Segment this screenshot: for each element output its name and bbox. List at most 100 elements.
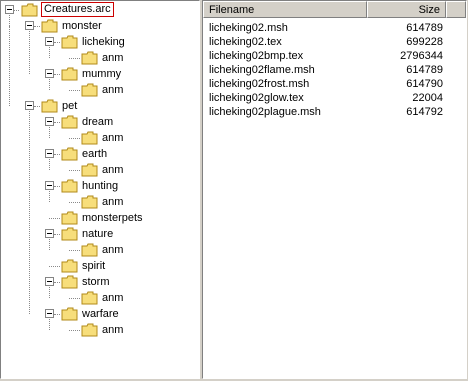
tree-node-anm[interactable]: anm bbox=[1, 290, 199, 306]
filename-column-header[interactable]: Filename bbox=[203, 1, 367, 18]
collapse-box-icon[interactable] bbox=[45, 277, 54, 286]
tree-node-label[interactable]: anm bbox=[102, 50, 123, 66]
tree-node-warfare[interactable]: warfare bbox=[1, 306, 199, 322]
file-size: 614789 bbox=[406, 64, 443, 76]
file-size: 2796344 bbox=[400, 50, 443, 62]
tree-node-label[interactable]: anm bbox=[102, 290, 123, 306]
tree-node-label[interactable]: pet bbox=[62, 98, 77, 114]
tree-node-label[interactable]: anm bbox=[102, 130, 123, 146]
folder-icon bbox=[41, 99, 58, 113]
collapse-box-icon[interactable] bbox=[45, 309, 54, 318]
tree-node-label[interactable]: hunting bbox=[82, 178, 118, 194]
tree-root-label[interactable]: Creatures.arc bbox=[41, 2, 114, 17]
tree-node-earth[interactable]: earth bbox=[1, 146, 199, 162]
folder-icon bbox=[81, 131, 98, 145]
tree-node-label[interactable]: anm bbox=[102, 82, 123, 98]
folder-icon bbox=[81, 195, 98, 209]
folder-icon bbox=[81, 163, 98, 177]
file-size: 699228 bbox=[406, 36, 443, 48]
tree-node-monster[interactable]: monster bbox=[1, 18, 199, 34]
tree-node-label[interactable]: nature bbox=[82, 226, 113, 242]
file-size: 614790 bbox=[406, 78, 443, 90]
file-size: 614792 bbox=[406, 106, 443, 118]
file-name: licheking02.msh bbox=[209, 22, 288, 34]
tree-node-label[interactable]: mummy bbox=[82, 66, 121, 82]
tree-node-anm[interactable]: anm bbox=[1, 242, 199, 258]
folder-icon bbox=[81, 243, 98, 257]
size-column-header[interactable]: Size bbox=[367, 1, 446, 18]
list-header: Filename Size bbox=[203, 1, 466, 18]
tree-node-label[interactable]: anm bbox=[102, 194, 123, 210]
collapse-box-icon[interactable] bbox=[45, 229, 54, 238]
folder-icon bbox=[61, 259, 78, 273]
file-name: licheking02glow.tex bbox=[209, 92, 304, 104]
tree-node-anm[interactable]: anm bbox=[1, 82, 199, 98]
tree-node-label[interactable]: dream bbox=[82, 114, 113, 130]
folder-icon bbox=[61, 307, 78, 321]
file-row[interactable]: licheking02frost.msh 614790 bbox=[203, 77, 466, 91]
tree-node-dream[interactable]: dream bbox=[1, 114, 199, 130]
folder-icon bbox=[81, 291, 98, 305]
file-size: 614789 bbox=[406, 22, 443, 34]
folder-icon bbox=[81, 51, 98, 65]
tree-node-nature[interactable]: nature bbox=[1, 226, 199, 242]
tree-node-label[interactable]: monster bbox=[62, 18, 102, 34]
file-name: licheking02.tex bbox=[209, 36, 282, 48]
folder-icon bbox=[41, 19, 58, 33]
folder-icon bbox=[81, 323, 98, 337]
file-name: licheking02plague.msh bbox=[209, 106, 321, 118]
tree-node-storm[interactable]: storm bbox=[1, 274, 199, 290]
file-name: licheking02flame.msh bbox=[209, 64, 315, 76]
file-row[interactable]: licheking02.msh 614789 bbox=[203, 21, 466, 35]
tree-node-label[interactable]: anm bbox=[102, 162, 123, 178]
file-row[interactable]: licheking02bmp.tex 2796344 bbox=[203, 49, 466, 63]
folder-icon bbox=[61, 227, 78, 241]
file-row[interactable]: licheking02flame.msh 614789 bbox=[203, 63, 466, 77]
file-row[interactable]: licheking02.tex 699228 bbox=[203, 35, 466, 49]
tree-node-hunting[interactable]: hunting bbox=[1, 178, 199, 194]
tree-node-anm[interactable]: anm bbox=[1, 130, 199, 146]
collapse-box-icon[interactable] bbox=[45, 69, 54, 78]
folder-icon bbox=[61, 211, 78, 225]
tree-node-label[interactable]: storm bbox=[82, 274, 110, 290]
tree-node-spirit[interactable]: spirit bbox=[1, 258, 199, 274]
header-spacer bbox=[446, 1, 466, 18]
tree-node-label[interactable]: anm bbox=[102, 242, 123, 258]
file-name: licheking02bmp.tex bbox=[209, 50, 304, 62]
collapse-box-icon[interactable] bbox=[25, 21, 34, 30]
tree-node-label[interactable]: spirit bbox=[82, 258, 105, 274]
file-row[interactable]: licheking02plague.msh 614792 bbox=[203, 105, 466, 119]
folder-icon bbox=[61, 115, 78, 129]
tree-node-anm[interactable]: anm bbox=[1, 194, 199, 210]
folder-icon bbox=[61, 147, 78, 161]
folder-icon bbox=[81, 83, 98, 97]
file-row[interactable]: licheking02glow.tex 22004 bbox=[203, 91, 466, 105]
tree-node-mummy[interactable]: mummy bbox=[1, 66, 199, 82]
tree-node-anm[interactable]: anm bbox=[1, 50, 199, 66]
tree-node-licheking[interactable]: licheking bbox=[1, 34, 199, 50]
tree-node-anm[interactable]: anm bbox=[1, 322, 199, 338]
folder-icon bbox=[61, 275, 78, 289]
tree-node-label[interactable]: earth bbox=[82, 146, 107, 162]
folder-icon bbox=[61, 35, 78, 49]
collapse-box-icon[interactable] bbox=[45, 117, 54, 126]
tree-node-label[interactable]: monsterpets bbox=[82, 210, 143, 226]
tree-node-monsterpets[interactable]: monsterpets bbox=[1, 210, 199, 226]
file-name: licheking02frost.msh bbox=[209, 78, 310, 90]
file-list-pane[interactable]: Filename Size licheking02.msh 614789 liche… bbox=[202, 0, 467, 379]
tree-node-label[interactable]: warfare bbox=[82, 306, 119, 322]
collapse-box-icon[interactable] bbox=[45, 181, 54, 190]
tree-root[interactable]: Creatures.arc bbox=[1, 2, 199, 18]
collapse-box-icon[interactable] bbox=[45, 149, 54, 158]
folder-tree-pane[interactable]: Creatures.arc monster licheking anm mummy an… bbox=[0, 0, 200, 379]
tree-node-label[interactable]: licheking bbox=[82, 34, 125, 50]
tree-node-label[interactable]: anm bbox=[102, 322, 123, 338]
collapse-box-icon[interactable] bbox=[45, 37, 54, 46]
tree-node-anm[interactable]: anm bbox=[1, 162, 199, 178]
folder-icon bbox=[61, 67, 78, 81]
tree-node-pet[interactable]: pet bbox=[1, 98, 199, 114]
folder-icon bbox=[21, 3, 38, 17]
collapse-box-icon[interactable] bbox=[25, 101, 34, 110]
folder-icon bbox=[61, 179, 78, 193]
file-size: 22004 bbox=[412, 92, 443, 104]
